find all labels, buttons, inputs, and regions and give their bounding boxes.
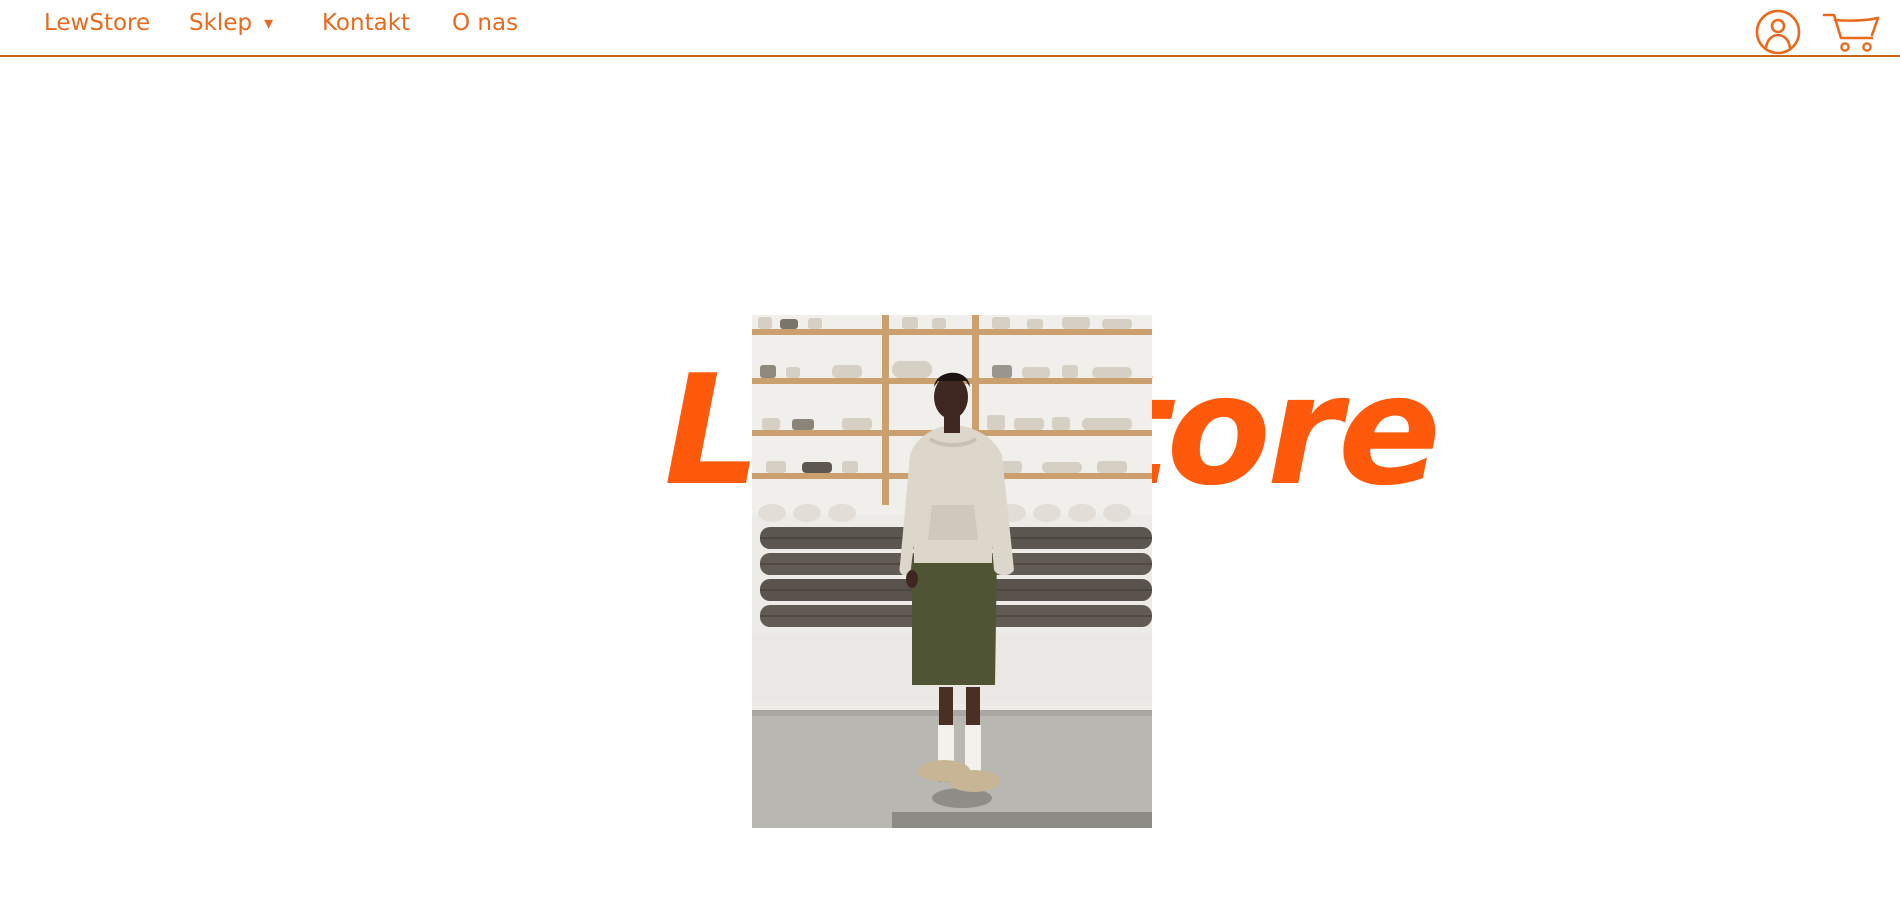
- hero-section: LewStore: [0, 57, 1900, 911]
- shopping-cart-icon: [1822, 13, 1880, 52]
- account-button[interactable]: [1754, 8, 1802, 56]
- contact-link[interactable]: Kontakt: [322, 10, 410, 36]
- user-circle-icon: [1755, 9, 1801, 55]
- about-link[interactable]: O nas: [452, 10, 518, 36]
- hero-photo: [752, 315, 1152, 828]
- shop-dropdown[interactable]: Sklep ▾: [189, 10, 273, 36]
- chevron-down-icon: ▾: [264, 13, 274, 34]
- shop-label: Sklep: [189, 10, 253, 36]
- top-navigation: LewStore Sklep ▾ Kontakt O nas: [0, 0, 1900, 57]
- cart-button[interactable]: [1822, 8, 1880, 54]
- brand-link[interactable]: LewStore: [44, 10, 150, 36]
